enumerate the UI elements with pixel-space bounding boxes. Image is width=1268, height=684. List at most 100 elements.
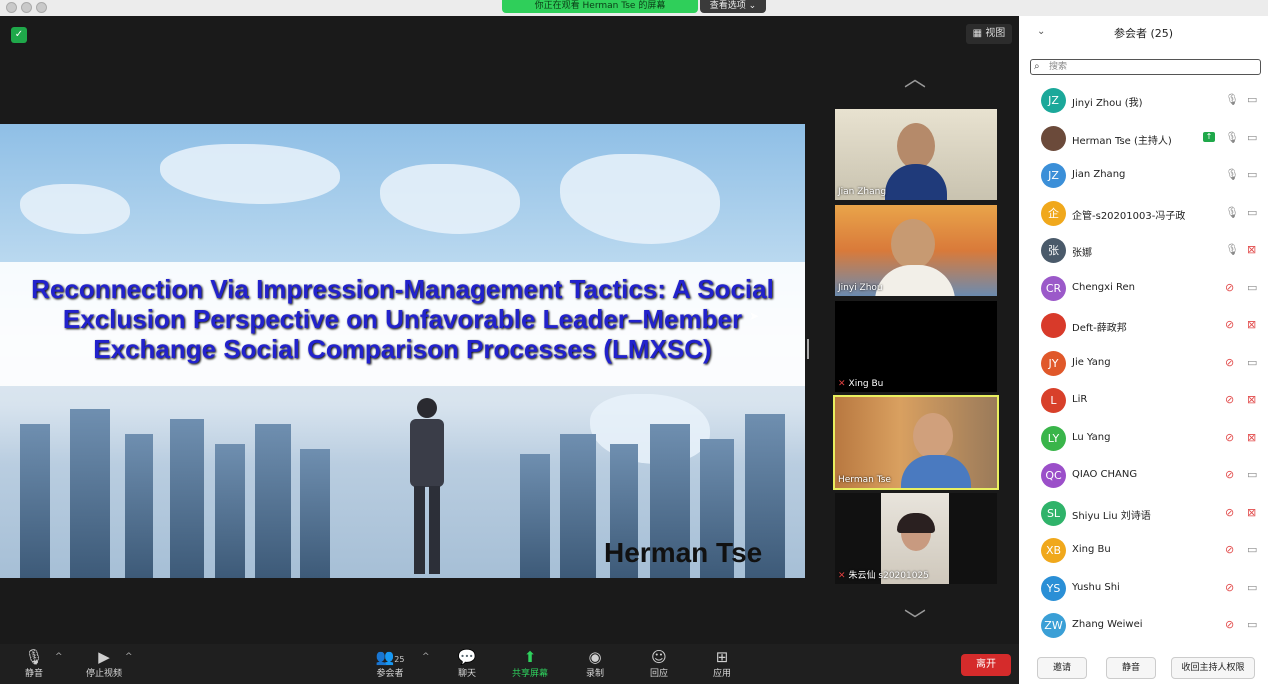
participants-button[interactable]: 👥25 参会者 — [360, 648, 420, 679]
camera-icon[interactable]: ▭ — [1247, 581, 1257, 594]
avatar: SL — [1041, 500, 1066, 526]
camera-icon[interactable]: ▭ — [1247, 206, 1257, 219]
view-button[interactable]: ▦ 视图 — [966, 24, 1012, 44]
leave-button[interactable]: 离开 — [961, 654, 1011, 676]
record-button[interactable]: ◉ 录制 — [565, 648, 625, 679]
participant-row[interactable]: SL Shiyu Liu 刘诗语 ⊘ ⊠ — [1019, 495, 1268, 532]
apps-icon: ⊞ — [715, 648, 729, 666]
camera-off-icon[interactable]: ⊠ — [1247, 506, 1256, 519]
camera-off-icon[interactable]: ⊠ — [1247, 243, 1256, 256]
mic-muted-icon[interactable]: ⊘ — [1225, 318, 1234, 331]
mic-muted-icon[interactable]: ⊘ — [1225, 506, 1234, 519]
camera-off-icon[interactable]: ⊠ — [1247, 318, 1256, 331]
participants-options-caret-icon[interactable]: ^ — [422, 652, 430, 662]
view-options-button[interactable]: 查看选项 ⌄ — [700, 0, 766, 13]
apps-button[interactable]: ⊞ 应用 — [692, 648, 752, 679]
avatar: YS — [1041, 575, 1066, 601]
participant-row[interactable]: 张张娜 🎙 ⊠ — [1019, 232, 1268, 269]
participant-row[interactable]: LY Lu Yang ⊘ ⊠ — [1019, 420, 1268, 457]
share-screen-button[interactable]: ⬆ 共享屏幕 — [500, 648, 560, 679]
participant-row[interactable]: JZ Jian Zhang 🎙 ▭ — [1019, 157, 1268, 194]
mic-muted-icon[interactable]: ⊘ — [1225, 581, 1234, 594]
mic-muted-icon[interactable]: ⊘ — [1225, 543, 1234, 556]
participant-row[interactable]: Herman Tse (主持人) ↑ 🎙 ▭ — [1019, 120, 1268, 157]
microphone-icon[interactable]: 🎙 — [1225, 93, 1239, 106]
video-thumb[interactable]: ✕ 朱云仙 s20201025 — [835, 493, 997, 584]
slide-presenter-name: Herman Tse — [604, 537, 763, 568]
camera-off-icon[interactable]: ⊠ — [1247, 431, 1256, 444]
reactions-button[interactable]: ☺ 回应 — [629, 648, 689, 679]
thumb-name: Herman Tse — [838, 475, 891, 485]
participant-search-input[interactable]: ⌕ 搜索 — [1030, 59, 1261, 75]
chat-label: 聊天 — [457, 669, 476, 679]
stop-video-label: 停止视频 — [85, 669, 122, 679]
reclaim-host-button[interactable]: 收回主持人权限 — [1171, 657, 1255, 679]
zoom-window-button[interactable] — [36, 2, 47, 13]
participant-name: Shiyu Liu 刘诗语 — [1072, 510, 1151, 522]
video-thumb[interactable]: ✕ Xing Bu — [835, 301, 997, 392]
mute-all-button[interactable]: 静音 — [1106, 657, 1156, 679]
emoji-icon: ☺ — [651, 648, 667, 666]
splitter-handle[interactable] — [807, 339, 809, 359]
microphone-icon[interactable]: 🎙 — [1225, 206, 1239, 219]
avatar — [1041, 125, 1066, 151]
video-thumb[interactable]: Jian Zhang — [835, 109, 997, 200]
camera-icon[interactable]: ▭ — [1247, 131, 1257, 144]
participants-count: 25 — [394, 655, 405, 664]
camera-icon[interactable]: ▭ — [1247, 168, 1257, 181]
scroll-down-chevron-icon[interactable]: ﹀ — [900, 611, 930, 633]
mic-muted-icon[interactable]: ⊘ — [1225, 468, 1234, 481]
mic-muted-icon[interactable]: ⊘ — [1225, 431, 1234, 444]
participant-face — [891, 219, 935, 269]
chat-button[interactable]: 💬 聊天 — [437, 648, 497, 679]
camera-icon[interactable]: ▭ — [1247, 281, 1257, 294]
participant-name: Herman Tse (主持人) — [1072, 135, 1172, 147]
participants-icon: 👥 — [375, 648, 395, 666]
participant-name: 张娜 — [1072, 248, 1092, 259]
share-arrow-icon: ⬆ — [523, 648, 537, 666]
participant-row[interactable]: QC QIAO CHANG ⊘ ▭ — [1019, 457, 1268, 494]
participant-name: Xing Bu — [1072, 544, 1111, 555]
microphone-icon[interactable]: 🎙 — [1225, 168, 1239, 181]
security-shield-icon[interactable]: ✓ — [11, 27, 27, 43]
mic-muted-icon[interactable]: ⊘ — [1225, 281, 1234, 294]
participant-name: Jie Yang — [1072, 356, 1111, 368]
close-window-button[interactable] — [6, 2, 17, 13]
audio-options-caret-icon[interactable]: ^ — [55, 652, 63, 662]
scroll-up-chevron-icon[interactable]: ︿ — [900, 69, 930, 91]
map-decoration — [160, 144, 340, 204]
participant-row[interactable]: JY Jie Yang ⊘ ▭ — [1019, 345, 1268, 382]
microphone-icon[interactable]: 🎙 — [1225, 243, 1239, 256]
camera-icon[interactable]: ▭ — [1247, 618, 1257, 631]
participant-row[interactable]: L LiR ⊘ ⊠ — [1019, 382, 1268, 419]
participant-name: Jian Zhang — [1072, 169, 1126, 180]
video-thumb[interactable]: Jinyi Zhou — [835, 205, 997, 296]
video-options-caret-icon[interactable]: ^ — [125, 652, 133, 662]
mic-muted-icon[interactable]: ⊘ — [1225, 393, 1234, 406]
participant-row[interactable]: 企企管-s20201003-冯子政 🎙 ▭ — [1019, 195, 1268, 232]
participant-name: Yushu Shi — [1072, 581, 1120, 593]
camera-icon[interactable]: ▭ — [1247, 543, 1257, 556]
thumb-name: Xing Bu — [848, 379, 884, 389]
camera-icon[interactable]: ▭ — [1247, 468, 1257, 481]
participant-row[interactable]: Deft-薛政邦 ⊘ ⊠ — [1019, 307, 1268, 344]
participant-row[interactable]: XB Xing Bu ⊘ ▭ — [1019, 532, 1268, 569]
camera-icon[interactable]: ▭ — [1247, 356, 1257, 369]
minimize-window-button[interactable] — [21, 2, 32, 13]
camera-icon[interactable]: ▭ — [1247, 93, 1257, 106]
mic-muted-icon[interactable]: ⊘ — [1225, 356, 1234, 369]
share-label: 共享屏幕 — [511, 669, 548, 679]
meeting-toolbar: 🎙 静音 ^ ▶ 停止视频 ^ 👥25 参会者 ^ 💬 聊天 ⬆ 共享屏幕 ◉ 录制 ☺ 回应… — [0, 644, 1019, 684]
mic-muted-icon[interactable]: ⊘ — [1225, 618, 1234, 631]
participant-row[interactable]: CR Chengxi Ren ⊘ ▭ — [1019, 270, 1268, 307]
sharing-icon: ↑ — [1203, 131, 1215, 142]
participant-row[interactable]: YS Yushu Shi ⊘ ▭ — [1019, 570, 1268, 607]
participant-row[interactable]: JZ Jinyi Zhou (我) 🎙 ▭ — [1019, 82, 1268, 119]
video-thumb-active-speaker[interactable]: Herman Tse — [833, 395, 999, 490]
participant-row[interactable]: ZW Zhang Weiwei ⊘ ▭ — [1019, 607, 1268, 644]
avatar: 张 — [1041, 238, 1066, 263]
camera-off-icon[interactable]: ⊠ — [1247, 393, 1256, 406]
microphone-icon[interactable]: 🎙 — [1225, 131, 1239, 144]
participant-face — [913, 413, 953, 459]
invite-button[interactable]: 邀请 — [1037, 657, 1087, 679]
